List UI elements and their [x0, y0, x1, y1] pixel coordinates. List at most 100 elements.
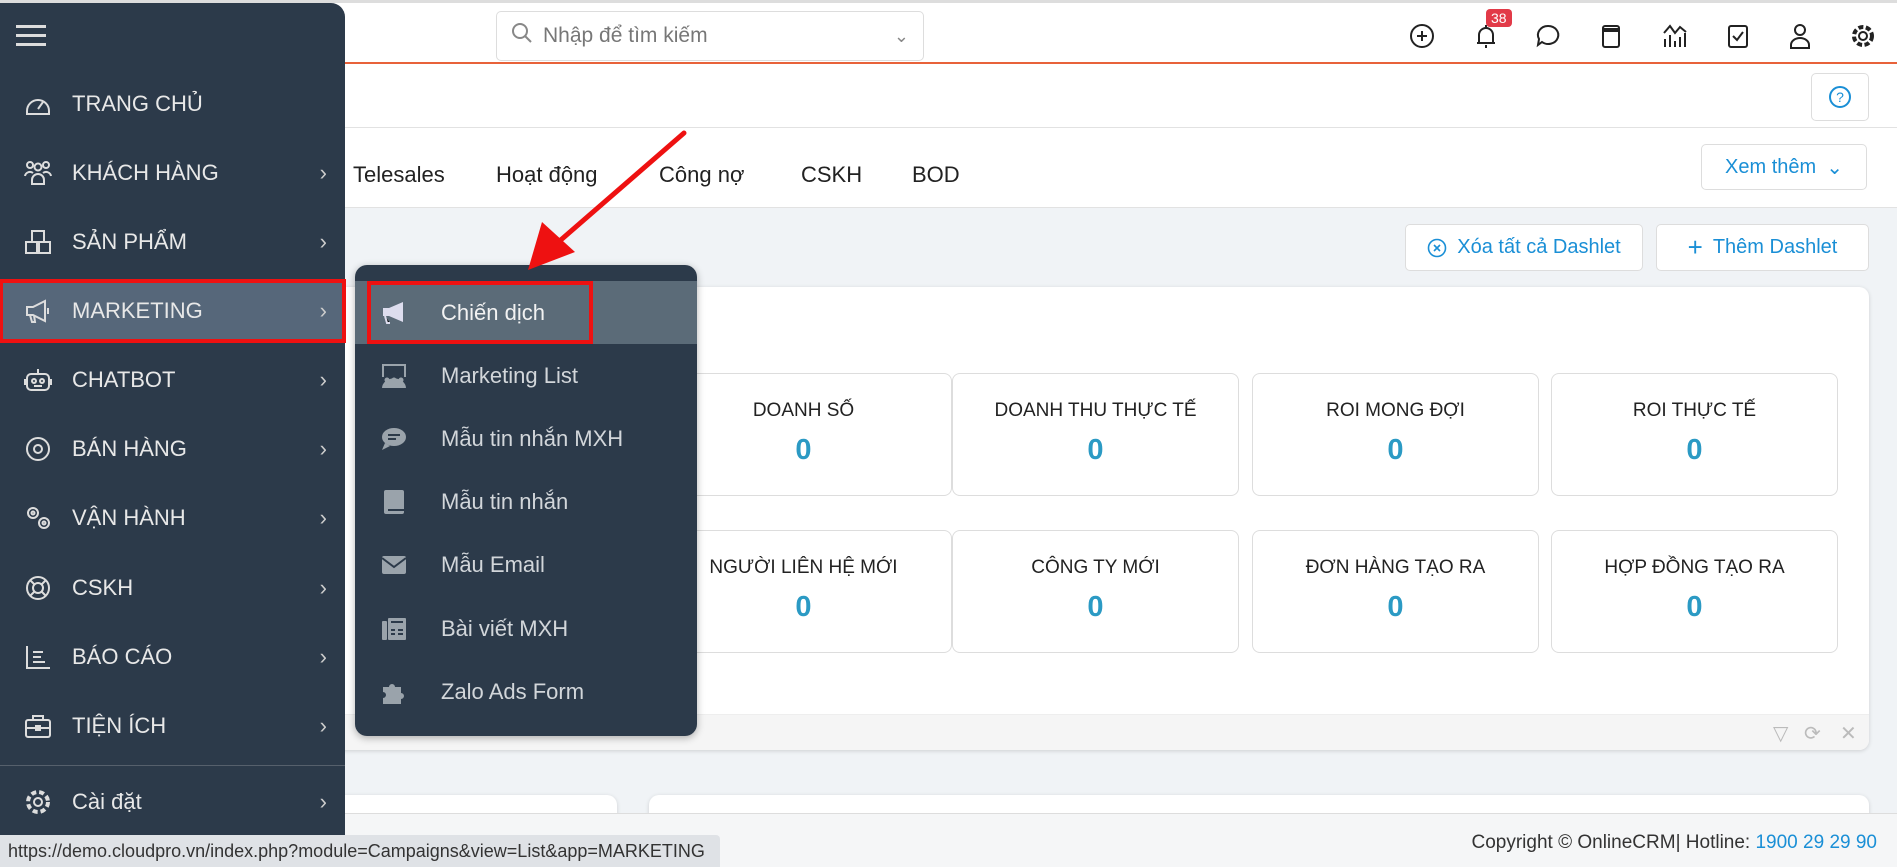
stat-value: 0: [795, 591, 812, 623]
add-dashlet-button[interactable]: + Thêm Dashlet: [1656, 224, 1869, 271]
stat-box: ROI MONG ĐỢI 0: [1252, 373, 1539, 496]
user-icon[interactable]: [1785, 21, 1815, 51]
hotline-link[interactable]: 1900 29 29 90: [1755, 832, 1877, 853]
fax-icon: [377, 614, 411, 644]
plus-icon: +: [1687, 232, 1703, 262]
megaphone-icon: [18, 296, 58, 326]
copyright: Copyright © OnlineCRM: [1471, 832, 1676, 853]
gear-icon: [18, 787, 58, 817]
sidebar: TRANG CHỦ KHÁCH HÀNG › SẢN PHẨM › MARKETING › C…: [0, 3, 346, 835]
submenu-item-5[interactable]: Bài viết MXH: [355, 597, 697, 660]
search-icon: [511, 22, 533, 50]
stat-box: DOANH THU THỰC TẾ 0: [952, 373, 1239, 496]
comment-icon: [377, 424, 411, 454]
sidebar-item-4[interactable]: CHATBOT ›: [0, 349, 345, 411]
sidebar-item-0[interactable]: TRANG CHỦ: [0, 73, 345, 135]
hamburger-menu-icon[interactable]: [16, 23, 46, 54]
calendar-icon[interactable]: [1596, 21, 1626, 51]
submenu-item-2[interactable]: Mẫu tin nhắn MXH: [355, 407, 697, 470]
stat-value: 0: [1087, 591, 1104, 623]
sidebar-item-label: BÁN HÀNG: [72, 436, 187, 461]
chevron-right-icon: ›: [319, 575, 327, 600]
chevron-right-icon: ›: [319, 367, 327, 392]
sidebar-item-label: VẬN HÀNH: [72, 505, 186, 530]
stat-label: CÔNG TY MỚI: [1031, 557, 1160, 578]
sidebar-item-1[interactable]: KHÁCH HÀNG ›: [0, 142, 345, 204]
search-placeholder: Nhập để tìm kiếm: [543, 24, 708, 47]
help-button[interactable]: ?: [1811, 73, 1869, 121]
close-icon[interactable]: ✕: [1840, 721, 1857, 746]
stat-label: DOANH SỐ: [752, 400, 855, 421]
submenu-item-label: Mẫu Email: [441, 551, 545, 577]
users-icon: [18, 158, 58, 188]
submenu-item-3[interactable]: Mẫu tin nhắn: [355, 470, 697, 533]
stat-value: 0: [1387, 591, 1404, 623]
sidebar-item-label: CHATBOT: [72, 367, 176, 392]
robot-icon: [18, 365, 58, 395]
sidebar-item-5[interactable]: BÁN HÀNG ›: [0, 418, 345, 480]
sidebar-item-6[interactable]: VẬN HÀNH ›: [0, 487, 345, 549]
highlight-box: [367, 281, 593, 344]
tab-4[interactable]: BOD: [912, 162, 960, 188]
dashboard-icon: [18, 89, 58, 119]
tab-1[interactable]: Hoạt động: [496, 162, 598, 188]
puzzle-icon: [377, 677, 411, 707]
search-input[interactable]: Nhập để tìm kiếm ⌄: [496, 11, 924, 61]
sidebar-item-label: CSKH: [72, 575, 134, 600]
stat-value: 0: [795, 434, 812, 466]
filter-icon[interactable]: ▽: [1773, 721, 1788, 746]
chevron-right-icon: ›: [319, 436, 327, 461]
stat-label: DOANH THU THỰC TẾ: [994, 400, 1197, 421]
sidebar-item-7[interactable]: CSKH ›: [0, 557, 345, 619]
stat-value: 0: [1686, 434, 1703, 466]
gear-icon[interactable]: [1848, 21, 1878, 51]
plus-circle-icon[interactable]: [1407, 21, 1437, 51]
sidebar-item-3[interactable]: MARKETING ›: [0, 279, 346, 343]
sidebar-item-label: BÁO CÁO: [72, 644, 173, 669]
stat-box: HỢP ĐỒNG TẠO RA 0: [1551, 530, 1838, 653]
clear-label: Xóa tất cả Dashlet: [1457, 236, 1621, 258]
report-icon: [18, 642, 58, 672]
sidebar-item-9[interactable]: TIỆN ÍCH ›: [0, 695, 345, 757]
submenu-item-1[interactable]: Marketing List: [355, 344, 697, 407]
chevron-right-icon: ›: [319, 160, 327, 185]
stat-box: ĐƠN HÀNG TẠO RA 0: [1252, 530, 1539, 653]
book-icon: [377, 487, 411, 517]
more-label: Xem thêm: [1725, 155, 1817, 178]
chat-icon[interactable]: [1533, 21, 1563, 51]
add-label: Thêm Dashlet: [1712, 236, 1838, 258]
stat-label: ROI THỰC TẾ: [1632, 400, 1757, 421]
tab-0[interactable]: Telesales: [353, 162, 445, 188]
stat-label: ROI MONG ĐỢI: [1326, 400, 1465, 421]
question-icon: ?: [1829, 86, 1851, 108]
chevron-down-icon[interactable]: ⌄: [894, 26, 909, 47]
submenu-item-label: Bài viết MXH: [441, 615, 569, 641]
submenu-item-4[interactable]: Mẫu Email: [355, 533, 697, 596]
submenu-item-6[interactable]: Zalo Ads Form: [355, 660, 697, 723]
stat-value: 0: [1686, 591, 1703, 623]
notification-badge: 38: [1486, 9, 1512, 27]
chart-icon[interactable]: [1660, 21, 1690, 51]
tab-2[interactable]: Công nợ: [659, 162, 744, 188]
divider: [0, 765, 345, 766]
chevron-right-icon: ›: [319, 713, 327, 738]
sidebar-item-label: MARKETING: [72, 298, 203, 323]
refresh-icon[interactable]: ⟳: [1804, 721, 1821, 746]
tab-3[interactable]: CSKH: [801, 162, 862, 188]
close-circle-icon: [1427, 238, 1447, 257]
clear-dashlets-button[interactable]: Xóa tất cả Dashlet: [1405, 224, 1643, 271]
sidebar-item-label: SẢN PHẨM: [72, 229, 187, 254]
audience-icon: [377, 361, 411, 391]
gears-icon: [18, 503, 58, 533]
checkbox-icon[interactable]: [1723, 21, 1753, 51]
sidebar-item-2[interactable]: SẢN PHẨM ›: [0, 211, 345, 273]
stat-value: 0: [1087, 434, 1104, 466]
chevron-down-icon: ⌄: [1826, 156, 1843, 179]
boxes-icon: [18, 227, 58, 257]
sidebar-item-8[interactable]: BÁO CÁO ›: [0, 626, 345, 688]
more-tabs-button[interactable]: Xem thêm ⌄: [1701, 144, 1867, 190]
submenu-item-label: Marketing List: [441, 362, 578, 388]
submenu-item-label: Mẫu tin nhắn: [441, 488, 569, 514]
sidebar-item-settings[interactable]: Cài đặt ›: [0, 771, 345, 833]
hotline-label: | Hotline:: [1675, 832, 1756, 853]
